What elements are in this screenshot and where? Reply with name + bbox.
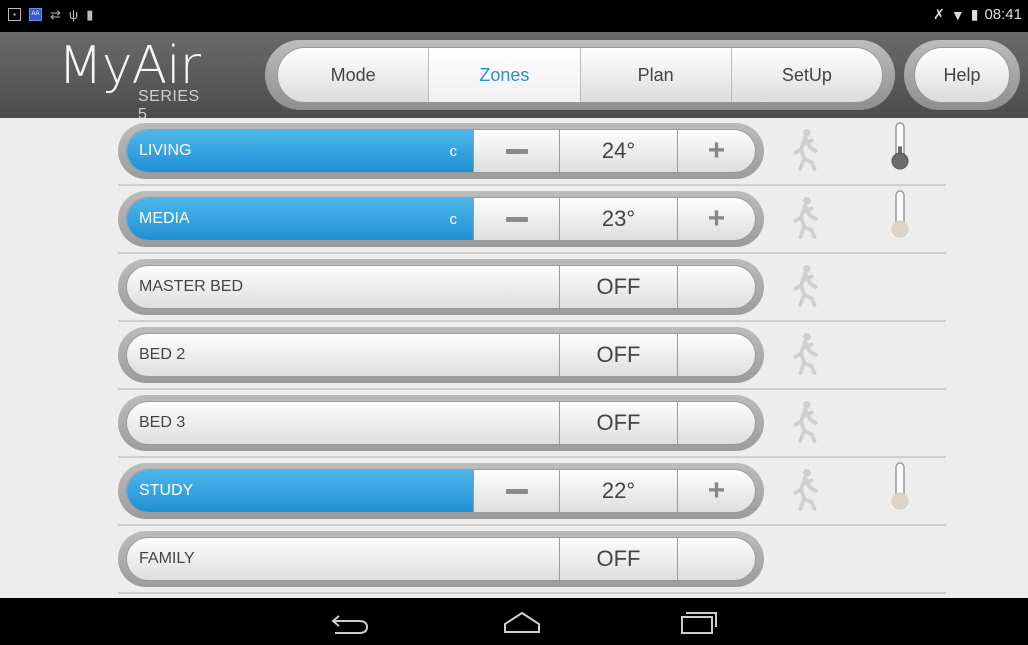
zone-name: LIVING bbox=[139, 142, 192, 159]
zone-control: MEDIA c 23° + bbox=[118, 191, 764, 247]
zone-temperature: OFF bbox=[559, 538, 677, 580]
sync-icon: ⇄ bbox=[50, 7, 61, 22]
tab-plan[interactable]: Plan bbox=[581, 48, 732, 102]
plus-icon: + bbox=[707, 134, 726, 167]
wifi-icon: ▼ bbox=[950, 6, 965, 23]
motion-sensor-icon bbox=[793, 468, 818, 512]
zone-row: BED 3 OFF bbox=[118, 390, 946, 458]
zone-toggle[interactable]: LIVING c bbox=[127, 130, 473, 172]
zone-row: MASTER BED OFF bbox=[118, 254, 946, 322]
zone-name: BED 3 bbox=[139, 414, 186, 431]
zone-control: BED 3 OFF bbox=[118, 395, 764, 451]
app-header: MyAir SERIES 5 Mode Zones Plan SetUp Hel… bbox=[0, 32, 1028, 123]
zone-control-inner: FAMILY OFF bbox=[126, 537, 756, 581]
zone-control: BED 2 OFF bbox=[118, 327, 764, 383]
zone-temperature: OFF bbox=[559, 402, 677, 444]
zone-control-inner: MEDIA c 23° + bbox=[126, 197, 756, 241]
thermometer-icon bbox=[891, 190, 909, 238]
image-notification-icon: ▪ bbox=[8, 8, 21, 21]
zone-mode-flag: c bbox=[449, 142, 458, 160]
battery-icon: ▮ bbox=[970, 6, 979, 22]
tab-setup[interactable]: SetUp bbox=[732, 48, 882, 102]
thermometer-icon bbox=[891, 122, 909, 170]
zone-control-inner: MASTER BED OFF bbox=[126, 265, 756, 309]
zone-control: LIVING c 24° + bbox=[118, 123, 764, 179]
zone-control-end bbox=[677, 538, 755, 580]
minus-icon bbox=[505, 148, 528, 154]
tab-mode[interactable]: Mode bbox=[278, 48, 430, 102]
increase-temp-button[interactable]: + bbox=[677, 470, 755, 512]
zone-control: STUDY 22° + bbox=[118, 463, 764, 519]
tab-zones[interactable]: Zones bbox=[429, 48, 581, 102]
app-notification-icon: AA bbox=[29, 8, 42, 21]
zone-control-inner: BED 2 OFF bbox=[126, 333, 756, 377]
decrease-temp-button[interactable] bbox=[473, 130, 559, 172]
zone-name: FAMILY bbox=[139, 550, 195, 567]
zone-toggle[interactable]: MASTER BED bbox=[127, 266, 559, 308]
zone-temperature: 23° bbox=[559, 198, 677, 240]
motion-sensor-icon bbox=[793, 400, 818, 444]
zone-row: BED 2 OFF bbox=[118, 322, 946, 390]
zone-name: BED 2 bbox=[139, 346, 186, 363]
plus-icon: + bbox=[707, 474, 726, 507]
help-button-frame: Help bbox=[904, 40, 1020, 110]
nav-tabs: Mode Zones Plan SetUp bbox=[277, 47, 883, 103]
zone-toggle[interactable]: MEDIA c bbox=[127, 198, 473, 240]
system-icons: ✗ ▼ ▮ 08:41 bbox=[933, 6, 1022, 23]
increase-temp-button[interactable]: + bbox=[677, 130, 755, 172]
barcode-icon: ▮ bbox=[86, 7, 94, 22]
zone-toggle[interactable]: BED 2 bbox=[127, 334, 559, 376]
status-bar: ▪ AA ⇄ ψ ▮ ✗ ▼ ▮ 08:41 bbox=[0, 0, 1028, 32]
zone-control: FAMILY OFF bbox=[118, 531, 764, 587]
zone-row: MEDIA c 23° + bbox=[118, 186, 946, 254]
home-icon[interactable] bbox=[497, 608, 547, 636]
zone-temperature: OFF bbox=[559, 334, 677, 376]
zone-row: FAMILY OFF bbox=[118, 526, 946, 594]
zone-control-inner: BED 3 OFF bbox=[126, 401, 756, 445]
recent-apps-icon[interactable] bbox=[672, 608, 722, 636]
zone-name: MEDIA bbox=[139, 210, 190, 227]
increase-temp-button[interactable]: + bbox=[677, 198, 755, 240]
clock: 08:41 bbox=[984, 6, 1022, 23]
zone-control-inner: LIVING c 24° + bbox=[126, 129, 756, 173]
minus-icon bbox=[505, 488, 528, 494]
zone-control-inner: STUDY 22° + bbox=[126, 469, 756, 513]
zone-name: STUDY bbox=[139, 482, 194, 499]
zone-control-end bbox=[677, 334, 755, 376]
main-nav: Mode Zones Plan SetUp bbox=[265, 40, 895, 110]
notification-icons: ▪ AA ⇄ ψ ▮ bbox=[8, 8, 93, 21]
usb-icon: ψ bbox=[68, 7, 79, 22]
decrease-temp-button[interactable] bbox=[473, 198, 559, 240]
zone-mode-flag: c bbox=[449, 210, 458, 228]
back-icon[interactable] bbox=[325, 608, 375, 636]
decrease-temp-button[interactable] bbox=[473, 470, 559, 512]
muted-icon: ✗ bbox=[933, 6, 945, 22]
help-button[interactable]: Help bbox=[914, 47, 1010, 103]
zones-list: LIVING c 24° + MEDIA c 23° + MASTER BED OFF BED 2 O… bbox=[0, 118, 1028, 598]
zone-control-end bbox=[677, 402, 755, 444]
zone-toggle[interactable]: STUDY bbox=[127, 470, 473, 512]
zone-row: STUDY 22° + bbox=[118, 458, 946, 526]
zone-temperature: OFF bbox=[559, 266, 677, 308]
myair-logo: MyAir SERIES 5 bbox=[58, 34, 201, 123]
motion-sensor-icon bbox=[793, 332, 818, 376]
plus-icon: + bbox=[707, 202, 726, 235]
zone-toggle[interactable]: BED 3 bbox=[127, 402, 559, 444]
minus-icon bbox=[505, 216, 528, 222]
zone-row: LIVING c 24° + bbox=[118, 118, 946, 186]
motion-sensor-icon bbox=[793, 128, 818, 172]
zone-temperature: 22° bbox=[559, 470, 677, 512]
zone-temperature: 24° bbox=[559, 130, 677, 172]
zone-control: MASTER BED OFF bbox=[118, 259, 764, 315]
motion-sensor-icon bbox=[793, 264, 818, 308]
system-nav-bar bbox=[0, 598, 1028, 645]
thermometer-icon bbox=[891, 462, 909, 510]
motion-sensor-icon bbox=[793, 196, 818, 240]
zone-control-end bbox=[677, 266, 755, 308]
zone-toggle[interactable]: FAMILY bbox=[127, 538, 559, 580]
zone-name: MASTER BED bbox=[139, 278, 244, 295]
